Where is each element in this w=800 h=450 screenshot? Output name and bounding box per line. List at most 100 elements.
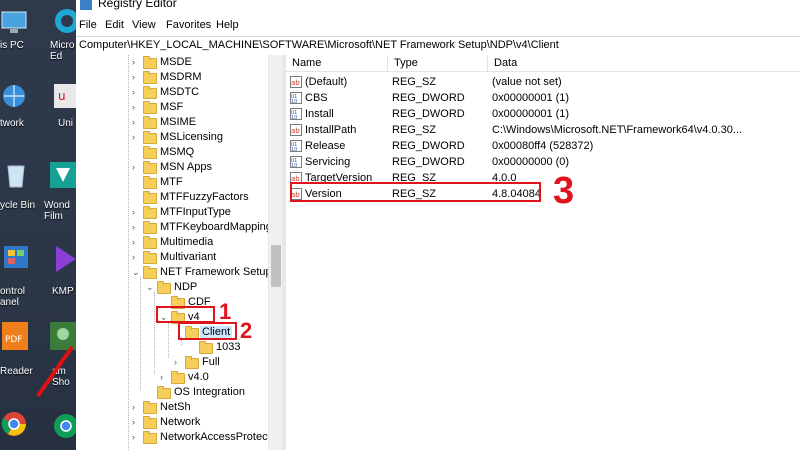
highlight-box-v4: [156, 306, 215, 323]
value-type: REG_SZ: [392, 124, 437, 136]
highlight-box-client: [178, 322, 237, 340]
menu-favorites[interactable]: Favorites: [166, 19, 211, 31]
folder-icon: [199, 341, 213, 354]
chevron-right-icon[interactable]: ›: [132, 118, 140, 127]
value-data: 0x00000001 (1): [492, 108, 570, 120]
folder-icon: [143, 146, 157, 159]
registry-editor-window: Registry Editor File Edit View Favorites…: [76, 0, 800, 450]
svg-text:10: 10: [291, 147, 297, 152]
svg-text:u: u: [58, 89, 66, 103]
uninstall-icon[interactable]: u: [52, 82, 76, 112]
menu-view[interactable]: View: [132, 19, 156, 31]
chevron-right-icon[interactable]: ›: [132, 403, 140, 412]
svg-text:ab: ab: [291, 79, 300, 87]
folder-icon: [143, 266, 157, 279]
desktop-label: KMP: [52, 286, 74, 297]
address-bar[interactable]: Computer\HKEY_LOCAL_MACHINE\SOFTWARE\Mic…: [76, 36, 800, 56]
value-row[interactable]: 01 10 CBS REG_DWORD 0x00000001 (1): [286, 90, 800, 106]
key-tree: › MSDE › MSDRM › MSDTC › MSF › MSIME › MSLicen…: [76, 55, 268, 450]
title-bar[interactable]: Registry Editor: [76, 0, 800, 16]
chevron-down-icon[interactable]: ⌄: [146, 283, 154, 292]
desktop-label: Uni: [58, 118, 74, 129]
chevron-right-icon[interactable]: ›: [132, 163, 140, 172]
folder-icon: [143, 56, 157, 69]
folder-icon: [143, 401, 157, 414]
chevron-right-icon[interactable]: ›: [132, 253, 140, 262]
desktop-label: Micro Ed: [50, 40, 75, 62]
chevron-right-icon[interactable]: ›: [132, 73, 140, 82]
value-data: 0x00000001 (1): [492, 92, 570, 104]
folder-icon: [143, 416, 157, 429]
value-row[interactable]: ab InstallPath REG_SZ C:\Windows\Microso…: [286, 122, 800, 138]
recycle-bin-icon[interactable]: [2, 160, 32, 190]
column-header-data[interactable]: Data: [488, 55, 800, 72]
dword-value-icon: 0110: [290, 140, 302, 152]
menu-edit[interactable]: Edit: [105, 19, 124, 31]
value-type: REG_DWORD: [392, 156, 465, 168]
chevron-right-icon[interactable]: ›: [132, 223, 140, 232]
folder-icon: [157, 386, 171, 399]
kmplayer-icon[interactable]: [52, 244, 76, 274]
svg-text:10: 10: [291, 99, 297, 104]
chevron-right-icon[interactable]: ›: [132, 208, 140, 217]
value-row[interactable]: 01 10 Release REG_DWORD 0x00080ff4 (52837…: [286, 138, 800, 154]
chevron-right-icon[interactable]: ›: [132, 88, 140, 97]
chevron-right-icon[interactable]: ›: [132, 418, 140, 427]
chrome-icon[interactable]: [52, 410, 76, 440]
menu-help[interactable]: Help: [216, 19, 239, 31]
edge-icon[interactable]: [52, 6, 76, 36]
tree-scrollbar[interactable]: [268, 55, 283, 450]
value-name: (Default): [305, 76, 348, 88]
annotation-number-3: 3: [553, 170, 575, 212]
chevron-right-icon[interactable]: ›: [132, 103, 140, 112]
chrome-icon[interactable]: [0, 408, 30, 438]
folder-icon: [143, 101, 157, 114]
this-pc-icon[interactable]: [0, 8, 30, 38]
folder-icon: [185, 356, 199, 369]
dword-value-icon: 0110: [290, 108, 302, 120]
chevron-down-icon[interactable]: ⌄: [132, 268, 140, 277]
value-type: REG_DWORD: [392, 140, 465, 152]
value-row[interactable]: ab (Default) REG_SZ (value not set): [286, 74, 800, 90]
desktop-label: is PC: [0, 40, 24, 51]
value-name: Release: [305, 140, 346, 152]
value-type: REG_DWORD: [392, 92, 465, 104]
chevron-right-icon[interactable]: ›: [132, 238, 140, 247]
value-type: REG_SZ: [392, 76, 437, 88]
svg-text:10: 10: [291, 163, 297, 168]
network-icon[interactable]: [0, 82, 30, 112]
wondershare-filmora-icon[interactable]: [50, 160, 76, 190]
desktop-label: twork: [0, 118, 24, 129]
chevron-right-icon[interactable]: ›: [132, 133, 140, 142]
values-list: Name Type Data ab (Default) REG_SZ (valu…: [286, 55, 800, 450]
folder-icon: [171, 371, 185, 384]
dword-value-icon: 0110: [290, 156, 302, 168]
column-header-type[interactable]: Type: [388, 55, 488, 72]
folder-icon: [143, 86, 157, 99]
folder-icon: [143, 71, 157, 84]
menu-file[interactable]: File: [79, 19, 97, 31]
folder-icon: [143, 191, 157, 204]
chevron-right-icon[interactable]: ›: [160, 373, 168, 382]
value-row[interactable]: 01 10 Servicing REG_DWORD 0x00000000 (0): [286, 154, 800, 170]
chevron-right-icon[interactable]: ›: [174, 358, 182, 367]
value-name: CBS: [305, 92, 328, 104]
desktop-background: is PC Micro Ed twork u Uni ycle Bin Wond…: [0, 0, 76, 450]
value-data: 0x00080ff4 (528372): [492, 140, 594, 152]
string-value-icon: ab: [290, 124, 302, 136]
scrollbar-thumb[interactable]: [271, 245, 281, 287]
highlight-box-version: [290, 182, 541, 202]
folder-icon: [143, 236, 157, 249]
window-title: Registry Editor: [98, 0, 177, 10]
pdf-reader-icon[interactable]: PDF: [2, 322, 32, 352]
dword-value-icon: 0110: [290, 92, 302, 104]
chevron-right-icon[interactable]: ›: [132, 58, 140, 67]
registry-icon: [80, 0, 92, 10]
address-path[interactable]: Computer\HKEY_LOCAL_MACHINE\SOFTWARE\Mic…: [79, 39, 559, 51]
folder-icon: [143, 116, 157, 129]
value-row[interactable]: 01 10 Install REG_DWORD 0x00000001 (1): [286, 106, 800, 122]
value-data: (value not set): [492, 76, 562, 88]
chevron-right-icon[interactable]: ›: [132, 433, 140, 442]
column-header-name[interactable]: Name: [286, 55, 388, 72]
control-panel-icon[interactable]: [4, 244, 34, 274]
